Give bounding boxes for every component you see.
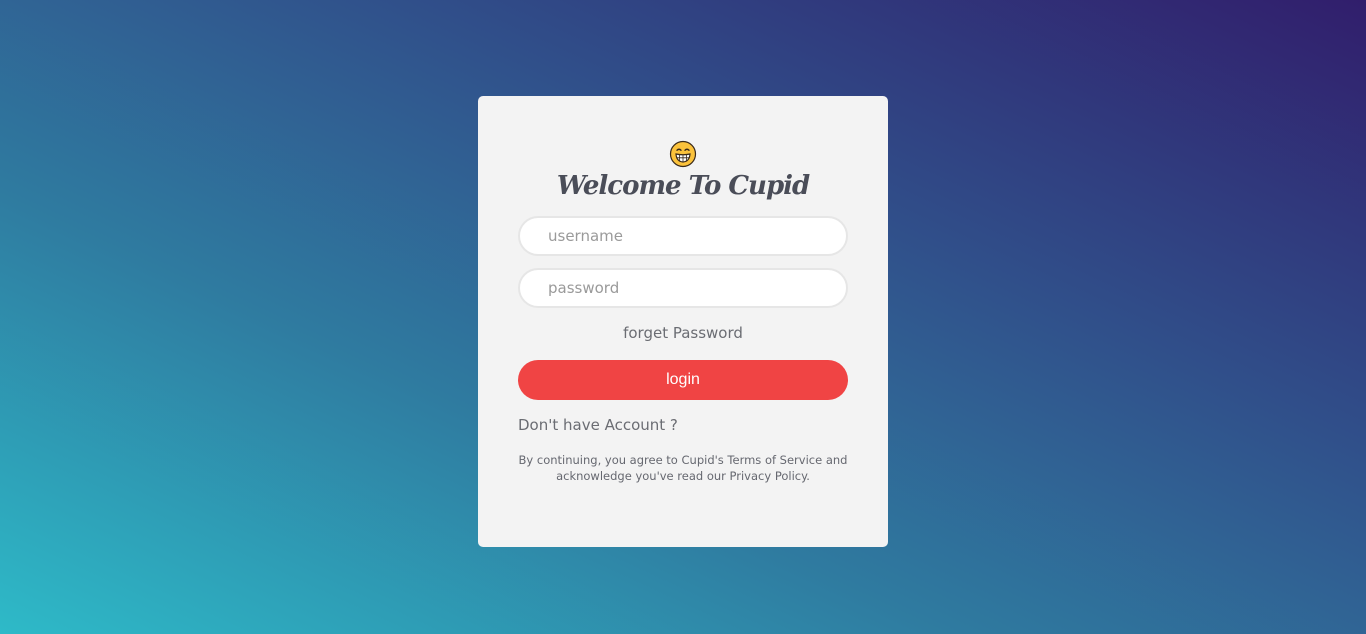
signup-link[interactable]: Don't have Account ? [518,414,678,436]
login-button[interactable]: login [518,360,848,400]
username-input[interactable] [518,216,848,256]
login-card: Welcome To Cupid forget Password login D… [478,96,888,547]
grinning-emoji-icon [669,140,697,168]
password-input[interactable] [518,268,848,308]
welcome-title: Welcome To Cupid [556,171,810,201]
legal-notice: By continuing, you agree to Cupid's Term… [518,452,848,484]
legal-line-1: By continuing, you agree to Cupid's Term… [518,453,848,467]
forget-password-link[interactable]: forget Password [478,322,888,344]
legal-line-2: acknowledge you've read our Privacy Poli… [556,469,810,483]
